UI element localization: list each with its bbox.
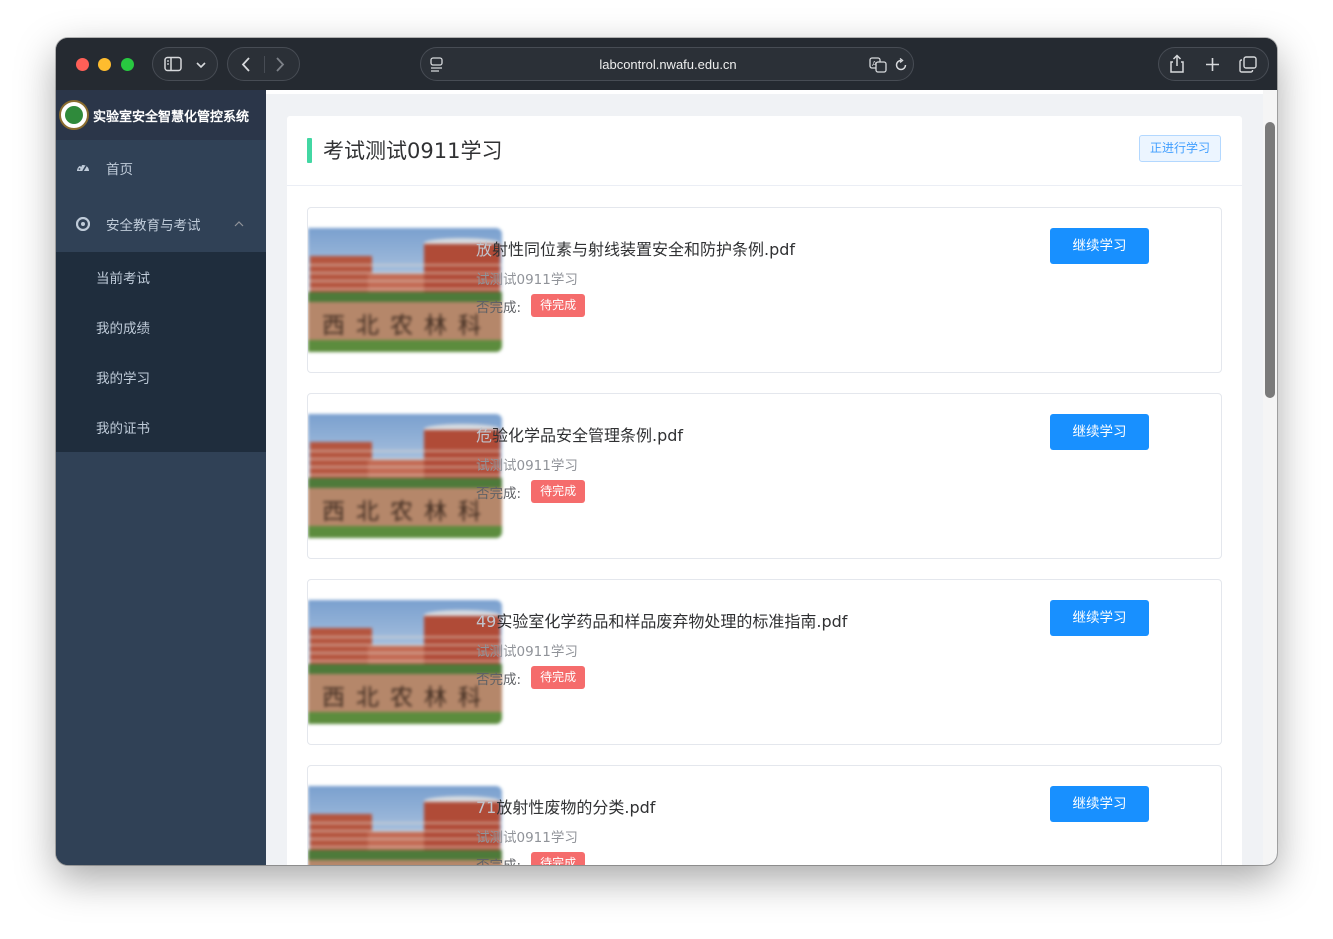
sidebar-item-label: 当前考试	[96, 271, 150, 287]
translate-icon[interactable]: A	[869, 57, 887, 73]
page-scrollbar[interactable]	[1263, 90, 1277, 865]
title-accent-bar	[307, 138, 312, 163]
item-title: 放射性同位素与射线装置安全和防护条例.pdf	[476, 240, 796, 259]
plus-icon[interactable]	[1205, 57, 1220, 72]
sidebar-item-label: 安全教育与考试	[106, 218, 201, 234]
sidebar-item-label: 我的成绩	[96, 321, 150, 337]
item-title: 危验化学品安全管理条例.pdf	[476, 426, 684, 445]
item-status-label: 否完成:	[476, 485, 522, 502]
sidebar-item-my-certificates[interactable]: 我的证书	[56, 402, 266, 452]
chevron-up-icon	[234, 221, 244, 227]
sidebar-item-label: 首页	[106, 162, 133, 178]
address-bar[interactable]: labcontrol.nwafu.edu.cn A	[420, 47, 914, 81]
thumbnail-caption: 西北农林科	[322, 864, 502, 865]
course-thumbnail: 西北农林科	[308, 228, 502, 352]
main-content: 考试测试0911学习 正进行学习 西北农林科 放射性同位素与射线装置安全和防护条…	[266, 90, 1263, 865]
sidebar-icon	[164, 56, 182, 72]
close-window-button[interactable]	[76, 58, 89, 71]
item-status: 否完成: 待完成	[476, 480, 586, 503]
navigation-buttons	[227, 47, 300, 81]
list-item: 西北农林科 71放射性废物的分类.pdf 试测试0911学习 否完成: 待完成 …	[307, 765, 1222, 865]
system-title: 实验室安全智慧化管控系统	[93, 109, 250, 125]
chevron-down-icon	[196, 62, 206, 69]
education-icon	[76, 217, 90, 231]
tags-view-bar	[266, 90, 1263, 94]
continue-learning-button[interactable]: 继续学习	[1050, 600, 1149, 636]
item-status-label: 否完成:	[476, 671, 522, 688]
continue-learning-button[interactable]: 继续学习	[1050, 228, 1149, 264]
thumbnail-caption: 西北农林科	[322, 499, 492, 525]
course-thumbnail: 西北农林科	[308, 414, 502, 538]
chevron-left-icon[interactable]	[240, 56, 252, 73]
reload-icon[interactable]	[894, 58, 908, 72]
chevron-right-icon[interactable]	[274, 56, 286, 73]
pending-badge: 待完成	[531, 480, 586, 503]
zoom-window-button[interactable]	[121, 58, 134, 71]
list-item: 西北农林科 49实验室化学药品和样品废弃物处理的标准指南.pdf 试测试0911…	[307, 579, 1222, 745]
sidebar-item-label: 我的证书	[96, 421, 150, 437]
course-thumbnail: 西北农林科	[308, 600, 502, 724]
list-item: 西北农林科 危验化学品安全管理条例.pdf 试测试0911学习 否完成: 待完成…	[307, 393, 1222, 559]
pending-badge: 待完成	[531, 294, 586, 317]
item-subtitle: 试测试0911学习	[476, 458, 578, 474]
sidebar-item-my-scores[interactable]: 我的成绩	[56, 302, 266, 352]
item-title: 71放射性废物的分类.pdf	[476, 798, 656, 817]
sidebar-item-home[interactable]: 首页	[56, 140, 266, 196]
item-subtitle: 试测试0911学习	[476, 644, 578, 660]
continue-learning-button[interactable]: 继续学习	[1050, 786, 1149, 822]
dashboard-icon	[77, 164, 89, 172]
learning-card: 考试测试0911学习 正进行学习 西北农林科 放射性同位素与射线装置安全和防护条…	[287, 116, 1242, 865]
pending-badge: 待完成	[531, 666, 586, 689]
scrollbar-thumb[interactable]	[1265, 122, 1275, 398]
sidebar-item-my-learning[interactable]: 我的学习	[56, 352, 266, 402]
list-item: 西北农林科 放射性同位素与射线装置安全和防护条例.pdf 试测试0911学习 否…	[307, 207, 1222, 373]
item-status-label: 否完成:	[476, 299, 522, 316]
item-status-label: 否完成:	[476, 854, 521, 866]
app-sidebar: 实验室安全智慧化管控系统 首页 安全教育与考试 当前考试 我的成绩 我的学习 我…	[56, 90, 266, 865]
page-title: 考试测试0911学习	[323, 139, 503, 163]
sidebar-item-current-exam[interactable]: 当前考试	[56, 252, 266, 302]
browser-toolbar: labcontrol.nwafu.edu.cn A	[56, 38, 1277, 90]
url-text: labcontrol.nwafu.edu.cn	[599, 57, 737, 72]
sidebar-item-label: 我的学习	[96, 371, 150, 387]
browser-window: labcontrol.nwafu.edu.cn A 实验室安全智慧化管控系统 首…	[56, 38, 1277, 865]
item-status: 否完成: 待完成	[476, 852, 586, 866]
item-status: 否完成: 待完成	[476, 294, 586, 317]
item-subtitle: 试测试0911学习	[476, 830, 578, 846]
minimize-window-button[interactable]	[98, 58, 111, 71]
continue-learning-button[interactable]: 继续学习	[1050, 414, 1149, 450]
window-actions	[1158, 47, 1269, 81]
item-status: 否完成: 待完成	[476, 666, 586, 689]
sidebar-toggle-button[interactable]	[152, 47, 218, 81]
share-icon[interactable]	[1169, 54, 1185, 74]
university-logo	[59, 100, 89, 130]
item-title: 49实验室化学药品和样品废弃物处理的标准指南.pdf	[476, 612, 848, 631]
course-thumbnail: 西北农林科	[308, 786, 502, 865]
sidebar-item-education-exam[interactable]: 安全教育与考试	[56, 196, 266, 252]
thumbnail-caption: 西北农林科	[322, 313, 492, 339]
item-subtitle: 试测试0911学习	[476, 272, 578, 288]
sidebar-logo[interactable]: 实验室安全智慧化管控系统	[56, 90, 266, 140]
status-badge: 正进行学习	[1139, 135, 1222, 162]
nav-divider	[264, 56, 265, 73]
svg-text:A: A	[872, 60, 877, 68]
sidebar-submenu: 当前考试 我的成绩 我的学习 我的证书	[56, 252, 266, 452]
pending-badge: 待完成	[531, 852, 586, 865]
tabs-overview-icon[interactable]	[1239, 56, 1257, 73]
thumbnail-caption: 西北农林科	[322, 685, 492, 711]
card-header: 考试测试0911学习 正进行学习	[287, 116, 1242, 186]
